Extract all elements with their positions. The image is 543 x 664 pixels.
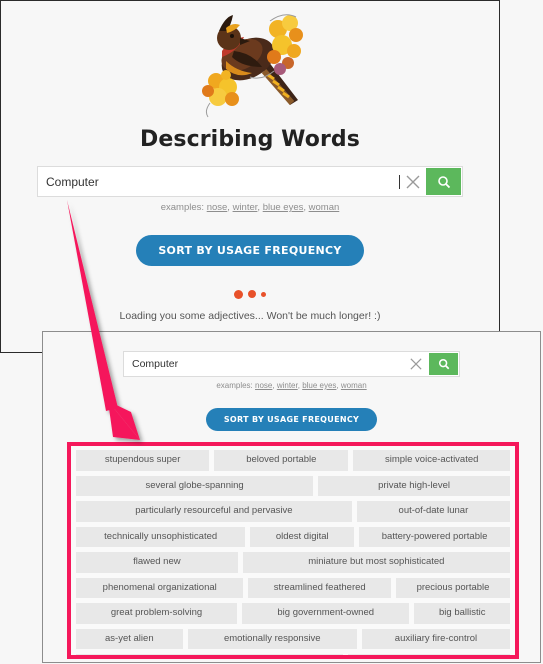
search-magnifier-icon[interactable]	[426, 168, 461, 195]
search-bar[interactable]	[37, 166, 463, 197]
close-x-icon[interactable]	[403, 352, 429, 376]
adjective-tag[interactable]: private high-level	[318, 475, 510, 496]
close-x-icon[interactable]	[400, 167, 426, 196]
adjective-tag[interactable]: big ballistic	[414, 603, 511, 624]
tag-row: flawed new miniature but most sophisticat…	[76, 552, 510, 573]
pink-results-highlight-box: stupendous super beloved portable simple v…	[67, 442, 519, 659]
tag-row: as-yet alien emotionally responsive auxili…	[76, 628, 511, 649]
examples-line: examples: nose, winter, blue eyes, woman	[43, 381, 540, 390]
loading-dot-3	[261, 291, 266, 297]
search-input[interactable]	[124, 352, 403, 376]
example-link-blue-eyes[interactable]: blue eyes	[302, 381, 336, 390]
example-link-winter[interactable]: winter	[277, 381, 298, 390]
search-bar[interactable]	[123, 351, 460, 377]
tag-row: great problem-solving big government-owne…	[76, 603, 511, 624]
examples-line: examples: nose, winter, blue eyes, woman	[1, 202, 499, 213]
example-link-nose[interactable]: nose	[207, 202, 228, 213]
adjective-tag[interactable]: big government-owned	[242, 603, 410, 624]
page-title: Describing Words	[140, 127, 360, 152]
tag-row: phenomenal organizational streamlined fea…	[76, 577, 510, 598]
adjective-tag[interactable]: beloved portable	[214, 450, 349, 471]
logo-container	[1, 1, 499, 123]
tag-row: academic, corporate and governmental popu…	[76, 654, 510, 655]
loading-dot-1	[234, 289, 243, 299]
example-link-blue-eyes[interactable]: blue eyes	[263, 202, 304, 213]
search-magnifier-icon[interactable]	[429, 353, 458, 375]
adjective-tag[interactable]: particularly resourceful and pervasive	[76, 501, 352, 522]
sort-by-usage-frequency-button[interactable]: SORT BY USAGE FREQUENCY	[205, 408, 378, 431]
example-link-winter[interactable]: winter	[233, 202, 258, 213]
sort-button-container: SORT BY USAGE FREQUENCY	[43, 408, 540, 431]
adjective-tag[interactable]: auxiliary fire-control	[361, 628, 511, 649]
adjective-tag[interactable]: stupendous super	[76, 450, 210, 471]
back-browser-window: Describing Words examples: nose, winter,…	[0, 0, 500, 353]
adjective-tag[interactable]: emotionally responsive	[187, 628, 357, 649]
adjective-tag[interactable]: simple voice-activated	[353, 450, 510, 471]
examples-label: examples:	[160, 202, 205, 213]
examples-label: examples:	[216, 381, 253, 390]
loading-dots	[1, 288, 499, 300]
sort-button-container: SORT BY USAGE FREQUENCY	[1, 235, 499, 266]
tag-row: stupendous super beloved portable simple v…	[76, 450, 510, 471]
loading-message: Loading you some adjectives... Won't be …	[119, 310, 381, 322]
adjective-tag[interactable]: technically unsophisticated	[76, 526, 246, 547]
adjective-tag[interactable]: oldest digital	[250, 526, 355, 547]
search-input[interactable]	[38, 167, 406, 196]
adjective-tag[interactable]: flawed new	[76, 552, 238, 573]
adjective-tag[interactable]: precious portable	[396, 577, 510, 598]
example-link-woman[interactable]: woman	[309, 202, 340, 213]
adjective-tag[interactable]: phenomenal organizational	[76, 577, 244, 598]
adjective-tag[interactable]: academic, corporate and governmental	[76, 654, 344, 655]
bird-watercolor-logo	[202, 14, 303, 118]
adjective-tag[interactable]: as-yet alien	[76, 628, 183, 649]
adjective-tag[interactable]: streamlined feathered	[248, 577, 392, 598]
tag-row: several globe-spanning private high-level	[76, 475, 510, 496]
tag-row: particularly resourceful and pervasive ou…	[76, 501, 510, 522]
adjective-tag[interactable]: battery-powered portable	[359, 526, 511, 547]
example-link-nose[interactable]: nose	[255, 381, 272, 390]
adjective-tag[interactable]: out-of-date lunar	[356, 501, 510, 522]
sort-by-usage-frequency-button[interactable]: SORT BY USAGE FREQUENCY	[136, 235, 364, 266]
adjective-tag[interactable]: several globe-spanning	[76, 475, 314, 496]
adjective-tag[interactable]: popular, commercial	[348, 654, 510, 655]
example-link-woman[interactable]: woman	[341, 381, 367, 390]
front-browser-window: examples: nose, winter, blue eyes, woman…	[42, 331, 541, 663]
adjective-tag[interactable]: great problem-solving	[76, 603, 237, 624]
adjective-tag[interactable]: miniature but most sophisticated	[242, 552, 510, 573]
loading-dot-2	[248, 290, 256, 298]
tag-row: technically unsophisticated oldest digita…	[76, 526, 511, 547]
